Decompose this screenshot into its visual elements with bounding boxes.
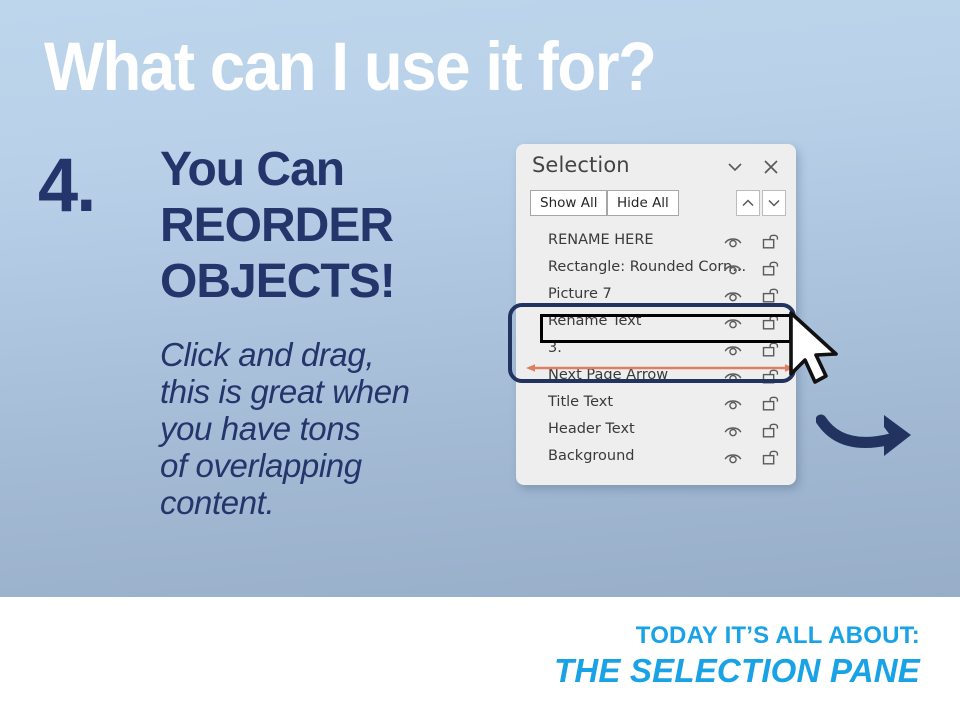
object-name-label: Rectangle: Rounded Corn... — [548, 259, 747, 275]
heading-line-2: REORDER — [160, 199, 394, 252]
eye-icon[interactable] — [723, 341, 743, 358]
unlocked-padlock-icon[interactable] — [761, 312, 781, 332]
object-name-label: Title Text — [548, 394, 614, 410]
close-icon[interactable] — [760, 156, 782, 178]
section-heading: You Can REORDER OBJECTS! — [160, 142, 510, 310]
object-name-label: 3. — [548, 340, 562, 356]
heading-line-1: You Can — [160, 143, 345, 196]
unlocked-padlock-icon[interactable] — [761, 258, 781, 278]
body-line-5: content. — [160, 484, 275, 521]
hide-all-button[interactable]: Hide All — [607, 190, 679, 216]
eye-icon[interactable] — [723, 395, 743, 412]
eye-icon[interactable] — [723, 287, 743, 304]
selection-pane-object-list: RENAME HERE Rectangle: Rounded Corn... Pic… — [516, 228, 796, 471]
object-name-label: Next Page Arrow — [548, 367, 669, 383]
chevron-down-icon — [768, 199, 780, 207]
list-item[interactable]: RENAME HERE — [516, 228, 796, 255]
body-line-3: you have tons — [160, 410, 361, 447]
selection-pane: Selection Show All Hide All RENAME HERE … — [516, 144, 796, 485]
chevron-down-icon[interactable] — [724, 156, 746, 178]
heading-line-3: OBJECTS! — [160, 255, 396, 308]
footer-kicker: TODAY IT’S ALL ABOUT: — [635, 622, 920, 649]
body-line-2: this is great when — [160, 373, 410, 410]
list-item[interactable]: Rectangle: Rounded Corn... — [516, 255, 796, 282]
move-down-button[interactable] — [762, 190, 786, 216]
footer-headline: THE SELECTION PANE — [553, 652, 920, 689]
eye-icon[interactable] — [723, 368, 743, 385]
selection-pane-toolbar: Show All Hide All — [516, 190, 796, 224]
eye-icon[interactable] — [723, 233, 743, 250]
unlocked-padlock-icon[interactable] — [761, 366, 781, 386]
unlocked-padlock-icon[interactable] — [761, 420, 781, 440]
eye-icon[interactable] — [723, 449, 743, 466]
slide-canvas: What can I use it for? 4. You Can REORDE… — [0, 0, 960, 720]
object-name-label: Background — [548, 448, 635, 464]
eye-icon[interactable] — [723, 422, 743, 439]
eye-icon[interactable] — [723, 314, 743, 331]
list-item[interactable]: Title Text — [516, 390, 796, 417]
object-name-label: Header Text — [548, 421, 635, 437]
show-all-button[interactable]: Show All — [530, 190, 608, 216]
page-title: What can I use it for? — [44, 28, 657, 105]
selection-pane-title: Selection — [532, 153, 630, 177]
list-item[interactable]: Picture 7 — [516, 282, 796, 309]
list-item[interactable]: 3. — [516, 336, 796, 363]
unlocked-padlock-icon[interactable] — [761, 447, 781, 467]
move-up-button[interactable] — [736, 190, 760, 216]
unlocked-padlock-icon[interactable] — [761, 285, 781, 305]
list-item[interactable]: Rename Text — [516, 309, 796, 336]
list-item[interactable]: Next Page Arrow — [516, 363, 796, 390]
chevron-up-icon — [742, 199, 754, 207]
unlocked-padlock-icon[interactable] — [761, 231, 781, 251]
list-item[interactable]: Header Text — [516, 417, 796, 444]
object-name-label: Rename Text — [548, 313, 642, 329]
object-name-label: Picture 7 — [548, 286, 612, 302]
unlocked-padlock-icon[interactable] — [761, 393, 781, 413]
body-line-4: of overlapping — [160, 447, 362, 484]
item-number: 4. — [38, 143, 96, 228]
eye-icon[interactable] — [723, 260, 743, 277]
object-name-label: RENAME HERE — [548, 232, 654, 248]
list-item[interactable]: Background — [516, 444, 796, 471]
unlocked-padlock-icon[interactable] — [761, 339, 781, 359]
section-body-text: Click and drag, this is great when you h… — [160, 336, 510, 521]
selection-pane-header: Selection — [516, 144, 796, 190]
body-line-1: Click and drag, — [160, 336, 375, 373]
